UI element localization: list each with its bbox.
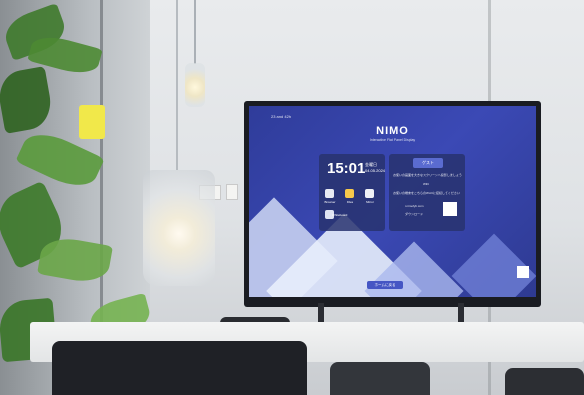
connection-panel: ゲスト お使いの画面を大きなスクリーンへ投影しましょう WiFi お使いの端末を… [389,154,465,231]
wall-control [226,184,238,200]
chair-foreground [505,368,584,395]
chair-foreground [52,341,307,395]
pendant-cord [194,0,196,64]
screen-status-text: 23 and 42h [271,114,292,119]
app-label: Files [346,200,354,204]
download-link[interactable]: i.nimofyb.com [405,204,424,208]
cast-instruction: お使いの画面を大きなスクリーンへ投影しましょう [393,173,462,177]
chair-foreground [330,362,430,395]
qr-code [443,202,457,216]
wifi-label: WiFi [423,182,429,186]
display-screen: 23 and 42h NIMO Interactive Flat Panel D… [249,106,536,297]
pendant-lamp-small [185,63,205,107]
interactive-display: 23 and 42h NIMO Interactive Flat Panel D… [244,101,541,307]
mirror-app-icon[interactable] [365,189,374,198]
meeting-room-photo: 23 and 42h NIMO Interactive Flat Panel D… [0,0,584,395]
brand-logo: NIMO [376,125,409,137]
browser-app-icon[interactable] [325,189,334,198]
clock-date: 04.05.2024 [365,168,386,173]
app-label: Mirror [366,200,374,204]
app-label: Whiteboard [332,213,348,217]
guest-button[interactable]: ゲスト [413,158,443,168]
app-label: Browser [324,200,336,204]
pendant-lamp-large [143,170,215,286]
files-app-icon[interactable] [345,189,354,198]
wall-sign [79,105,105,139]
download-label: ダウンロード [405,212,424,216]
wifi-instruction: お使いの端末をこちらのWi-Fiに接続してください [393,191,460,195]
brand-subtitle: Interactive Flat Panel Display [369,138,416,142]
pendant-cord [176,0,178,170]
home-button[interactable]: ホームに戻る [367,281,403,289]
clock-app-panel: 15:01 金曜日 04.05.2024 Browser Files Mirro… [319,154,385,231]
clock-time: 15:01 [327,160,366,177]
qr-code-corner [517,266,529,278]
